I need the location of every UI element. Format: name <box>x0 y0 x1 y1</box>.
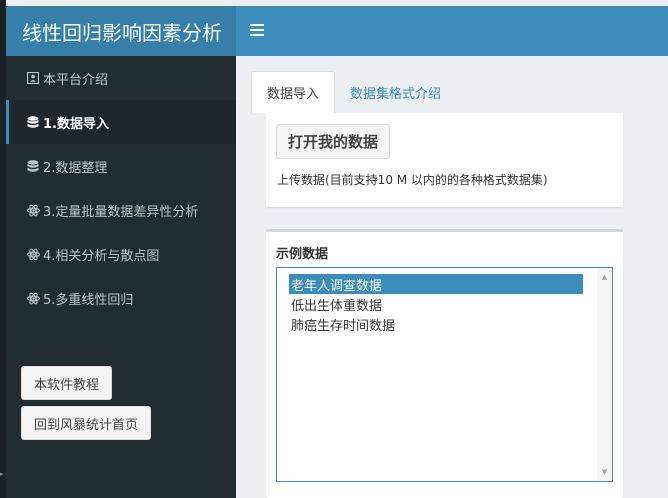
sidebar-item-difference-analysis[interactable]: 3.定量批量数据差异性分析 <box>6 188 236 232</box>
atom-icon <box>26 291 40 305</box>
example-data-listbox[interactable]: 老年人调查数据 低出生体重数据 肺癌生存时间数据 ▲ ▼ <box>276 267 613 482</box>
upload-hint: 上传数据(目前支持10 M 以内的的各种格式数据集) <box>277 173 548 187</box>
tab-bar: 数据导入 数据集格式介绍 <box>251 71 456 113</box>
scroll-down-icon[interactable]: ▼ <box>597 465 612 479</box>
main-content: 数据导入 数据集格式介绍 打开我的数据 上传数据(目前支持10 M 以内的的各种… <box>236 56 668 498</box>
top-navbar <box>236 6 668 56</box>
sidebar-item-label: 2.数据整理 <box>43 160 108 176</box>
sidebar-item-regression[interactable]: 5.多重线性回归 <box>6 276 236 320</box>
example-data-label: 示例数据 <box>276 247 329 262</box>
example-option[interactable]: 低出生体重数据 <box>289 294 583 314</box>
sidebar-item-label: 3.定量批量数据差异性分析 <box>43 204 199 220</box>
sidebar-item-label: 5.多重线性回归 <box>43 292 134 308</box>
tab-format-intro[interactable]: 数据集格式介绍 <box>335 71 456 113</box>
sidebar-item-data-cleanup[interactable]: 2.数据整理 <box>6 144 236 188</box>
sidebar-item-label: 1.数据导入 <box>43 116 109 132</box>
atom-icon <box>26 203 40 217</box>
sidebar-item-label: 本平台介绍 <box>43 72 109 88</box>
atom-icon <box>26 247 40 261</box>
listbox-scrollbar[interactable]: ▲ ▼ <box>597 268 612 481</box>
database-icon <box>26 115 40 129</box>
example-option[interactable]: 肺癌生存时间数据 <box>289 314 583 334</box>
sidebar: 本平台介绍 1.数据导入 2.数据整理 3.定量批量数据差异性分析 4.相关分析… <box>6 56 236 498</box>
hamburger-icon[interactable] <box>250 20 264 40</box>
upload-panel: 打开我的数据 上传数据(目前支持10 M 以内的的各种格式数据集) <box>266 113 623 207</box>
app-title: 线性回归影响因素分析 <box>6 6 236 56</box>
sidebar-item-correlation[interactable]: 4.相关分析与散点图 <box>6 232 236 276</box>
tutorial-button[interactable]: 本软件教程 <box>21 366 113 400</box>
sidebar-item-intro[interactable]: 本平台介绍 <box>6 56 236 100</box>
home-button[interactable]: 回到风暴统计首页 <box>21 406 152 440</box>
sidebar-item-data-import[interactable]: 1.数据导入 <box>6 100 236 144</box>
scroll-up-icon[interactable]: ▲ <box>597 270 612 284</box>
id-card-icon <box>26 71 40 85</box>
tab-data-import[interactable]: 数据导入 <box>251 71 336 113</box>
sidebar-item-label: 4.相关分析与散点图 <box>43 248 160 264</box>
example-data-panel: 示例数据 老年人调查数据 低出生体重数据 肺癌生存时间数据 ▲ ▼ <box>266 229 623 498</box>
example-option[interactable]: 老年人调查数据 <box>289 274 583 294</box>
open-data-button[interactable]: 打开我的数据 <box>276 124 391 159</box>
database-icon <box>26 159 40 173</box>
